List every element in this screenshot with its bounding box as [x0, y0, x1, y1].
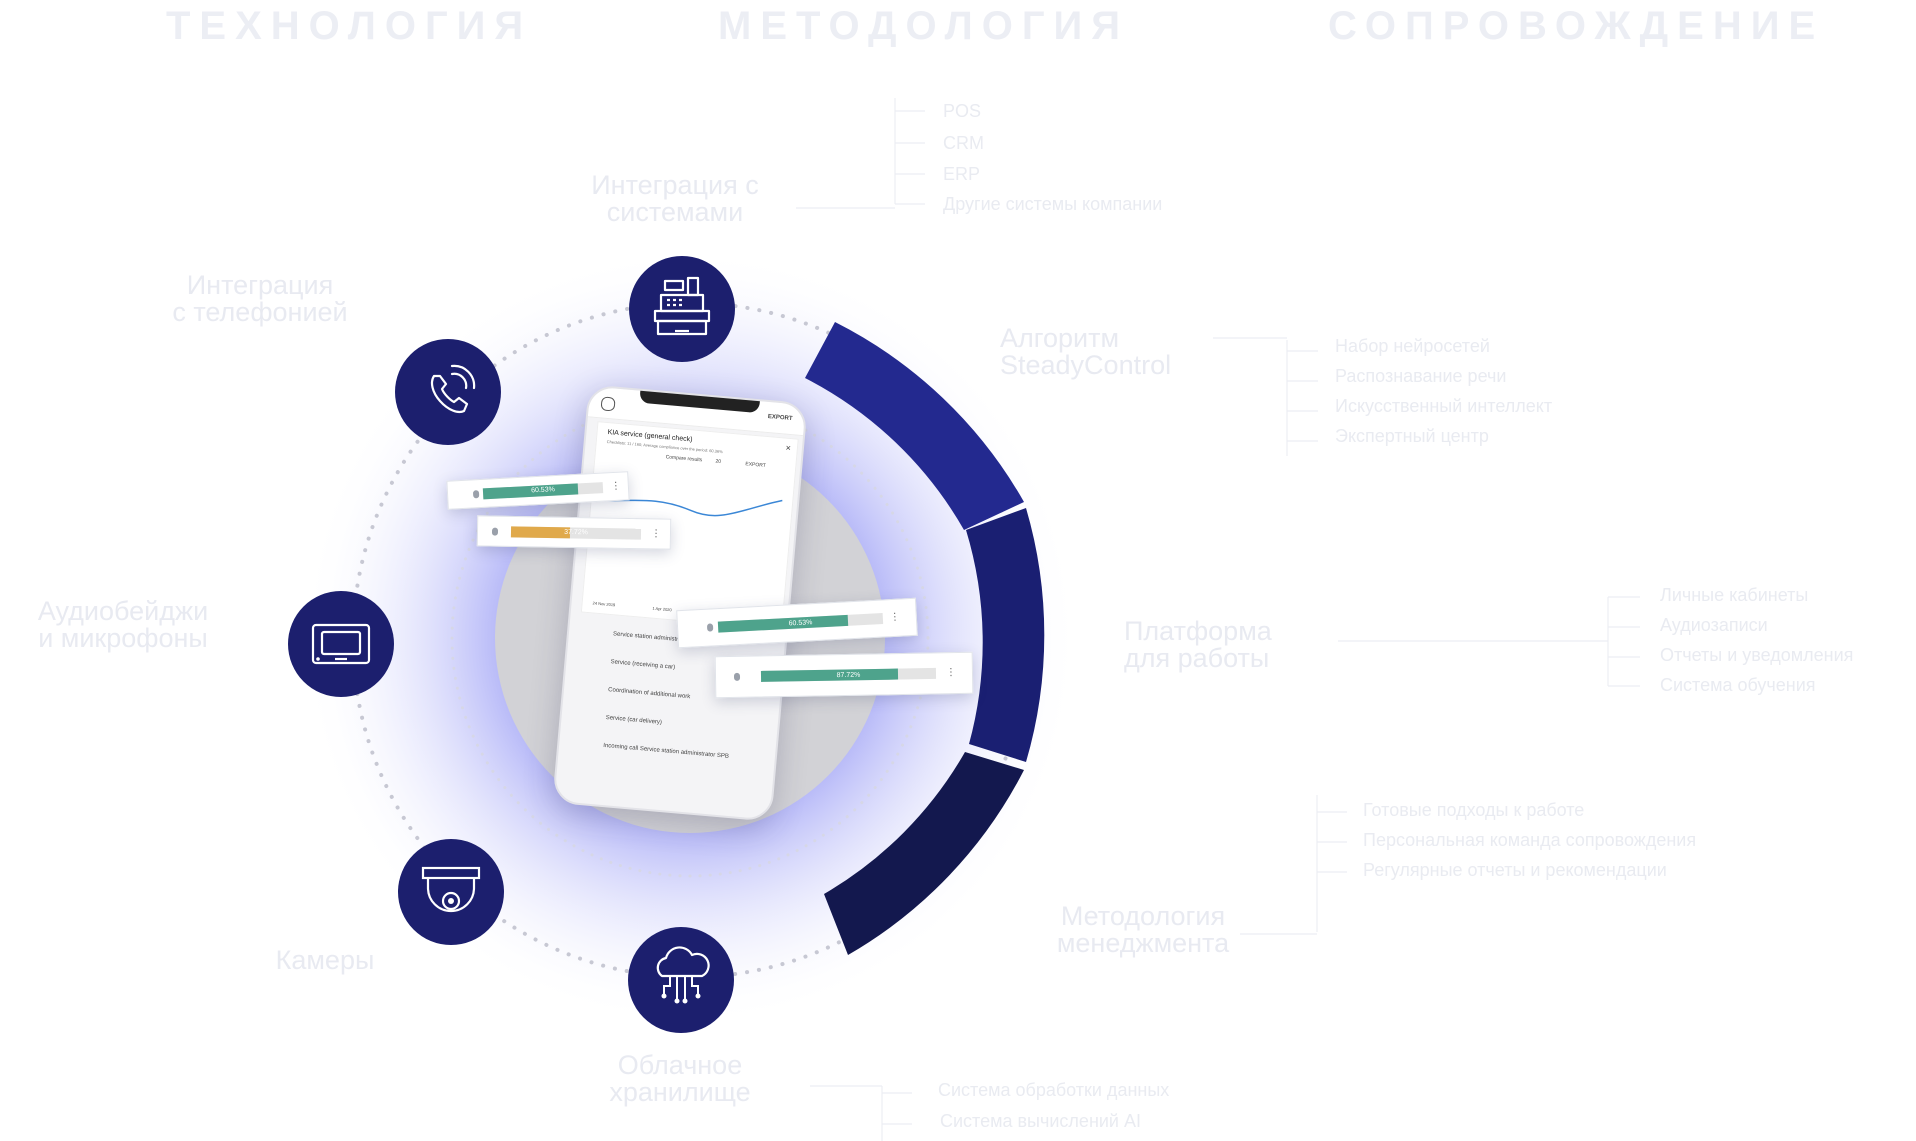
item-ai: Искусственный интеллект [1335, 396, 1553, 416]
header-technology: ТЕХНОЛОГИЯ [166, 4, 533, 48]
header-methodology: МЕТОДОЛОГИЯ [718, 4, 1129, 48]
chip-menu-icon[interactable]: ⋮ [651, 528, 661, 539]
label-telephony: Интеграция с телефонией [172, 270, 348, 327]
chip-value: 87.72% [836, 671, 861, 679]
item-expert-center: Экспертный центр [1335, 426, 1489, 446]
chip-fill [510, 525, 570, 538]
item-neural-nets: Набор нейросетей [1335, 336, 1490, 356]
chip-icon [491, 527, 499, 536]
card-close-icon[interactable]: × [785, 443, 791, 453]
label-algorithm: Алгоритм SteadyControl [1000, 323, 1172, 380]
item-team: Персональная команда сопровождения [1363, 830, 1697, 850]
progress-chip: 87.72% ⋮ [714, 651, 974, 699]
progress-chip: 37.72% ⋮ [476, 515, 672, 550]
item-ai-computing: Система вычислений AI [940, 1111, 1141, 1131]
chip-menu-icon[interactable]: ⋮ [611, 480, 622, 492]
card-subtitle: Checklists: 11 / 160; Average compliance… [606, 439, 723, 455]
item-approaches: Готовые подходы к работе [1363, 800, 1585, 820]
date-label-2: 1 Apr 2020 [652, 605, 672, 613]
compare-label[interactable]: Compare results [665, 454, 702, 463]
chip-bar: 37.72% [510, 525, 642, 540]
label-cloud-storage: Облачное хранилище [609, 1050, 751, 1107]
chip-icon [706, 623, 714, 632]
label-management: Методология менеджмента [1056, 901, 1230, 958]
phone-mockup: EXPORT KIA service (general check) × Che… [552, 384, 808, 822]
item-pos: POS [943, 101, 982, 121]
label-cameras: Камеры [275, 945, 375, 975]
chip-fill [717, 614, 849, 633]
date-label-1: 24 Nov 2019 [592, 600, 616, 608]
chip-icon [733, 672, 741, 681]
chip-bar: 60.53% [717, 613, 884, 633]
item-audio: Аудиозаписи [1660, 615, 1768, 635]
item-regular-reports: Регулярные отчеты и рекомендации [1363, 860, 1667, 880]
export-link[interactable]: EXPORT [768, 414, 793, 422]
label-audio-badges: Аудиобейджи и микрофоны [37, 596, 209, 653]
list-item[interactable]: Incoming call Service station administra… [603, 743, 729, 760]
item-crm: CRM [943, 133, 984, 153]
item-data-processing: Система обработки данных [938, 1080, 1170, 1100]
chip-value: 37.72% [564, 528, 588, 537]
app-logo-icon [600, 396, 616, 412]
list-item[interactable]: Service (receiving a car) [610, 659, 675, 671]
chip-bar: 60.53% [482, 481, 604, 499]
chip-value: 60.53% [788, 618, 813, 627]
chip-menu-icon[interactable]: ⋮ [946, 667, 956, 678]
item-reports: Отчеты и уведомления [1660, 645, 1854, 665]
item-other-systems: Другие системы компании [943, 194, 1163, 214]
item-training: Система обучения [1660, 675, 1816, 695]
compare-value[interactable]: 20 [715, 459, 721, 465]
card-export[interactable]: EXPORT [745, 461, 766, 469]
chip-fill [760, 668, 898, 682]
list-item[interactable]: Service (car delivery) [605, 715, 662, 726]
chip-value: 60.53% [530, 486, 556, 495]
header-support: СОПРОВОЖДЕНИЕ [1328, 4, 1825, 48]
label-systems-integration: Интеграция с системами [591, 170, 759, 227]
item-speech: Распознавание речи [1335, 366, 1507, 386]
label-platform: Платформа для работы [1124, 616, 1272, 673]
chip-menu-icon[interactable]: ⋮ [890, 612, 901, 624]
chip-icon [472, 489, 480, 498]
list-item[interactable]: Coordination of additional work [608, 687, 691, 700]
chip-bar: 87.72% [760, 667, 937, 682]
item-erp: ERP [943, 164, 981, 184]
item-accounts: Личные кабинеты [1660, 585, 1809, 605]
